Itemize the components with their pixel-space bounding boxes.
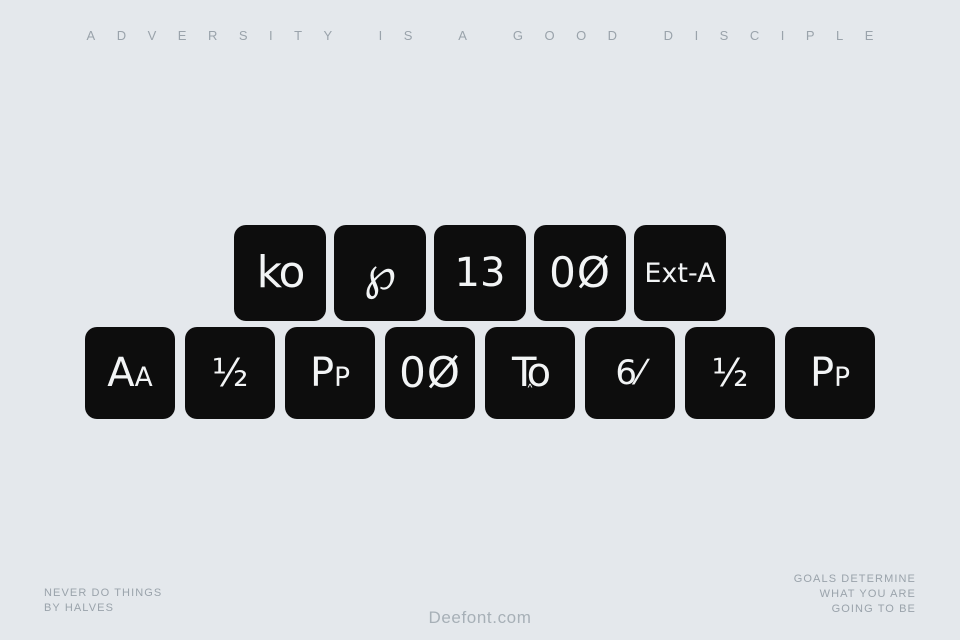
- specimen-canvas: ADVERSITY IS A GOOD DISCIPLE ko ℘ 13 0Ø …: [0, 0, 960, 640]
- glyph-tile[interactable]: ko: [234, 225, 326, 321]
- glyph-swash-ornament: ℘: [363, 246, 397, 300]
- glyph-tile[interactable]: 0Ø: [385, 327, 475, 419]
- glyph-tile[interactable]: To ˄: [485, 327, 575, 419]
- kerning-caret-icon: ˄: [526, 382, 534, 400]
- glyph-small-caps-p: PP: [810, 353, 850, 393]
- glyph-tile[interactable]: 13: [434, 225, 526, 321]
- glyph-letter-major: A: [107, 350, 135, 396]
- glyph-tile[interactable]: PP: [285, 327, 375, 419]
- glyph-small-caps-a: AA: [107, 353, 152, 393]
- glyph-tile[interactable]: PP: [785, 327, 875, 419]
- glyph-fraction-slash: 6⁄: [615, 353, 645, 393]
- glyph-tile[interactable]: AA: [85, 327, 175, 419]
- glyph-letter-major: P: [309, 350, 335, 396]
- glyph-letter-minor: P: [834, 362, 851, 393]
- glyph-tile[interactable]: ½: [685, 327, 775, 419]
- glyph-tile[interactable]: 6⁄: [585, 327, 675, 419]
- glyph-latin-extended-a: Ext-A: [644, 257, 716, 289]
- glyph-letter-minor: P: [334, 362, 351, 393]
- glyph-fraction-half: ½: [711, 351, 749, 395]
- glyph-slashed-zero: 0Ø: [549, 248, 611, 297]
- glyph-tile-grid: ko ℘ 13 0Ø Ext-A AA ½ P P 0Ø To ˄ 6⁄ ½ P…: [0, 225, 960, 419]
- glyph-fraction-half: ½: [211, 351, 249, 395]
- glyph-slashed-zero: 0Ø: [399, 348, 461, 397]
- glyph-letter-major: P: [809, 350, 835, 396]
- glyph-letter-minor: A: [134, 362, 153, 393]
- glyph-tile[interactable]: Ext-A: [634, 225, 726, 321]
- glyph-tile[interactable]: 0Ø: [534, 225, 626, 321]
- glyph-small-caps-p: PP: [310, 353, 350, 393]
- glyph-tile-row-1: ko ℘ 13 0Ø Ext-A: [0, 225, 960, 321]
- glyph-ligature-ko: ko: [256, 247, 306, 298]
- glyph-tile[interactable]: ℘: [334, 225, 426, 321]
- glyph-tile-row-2: AA ½ PP 0Ø To ˄ 6⁄ ½ P P: [0, 327, 960, 419]
- glyph-oldstyle-figures: 13: [454, 250, 506, 296]
- headline-text: ADVERSITY IS A GOOD DISCIPLE: [86, 28, 895, 43]
- wordmark-deefont: Deefont.com: [428, 608, 532, 627]
- glyph-tile[interactable]: ½: [185, 327, 275, 419]
